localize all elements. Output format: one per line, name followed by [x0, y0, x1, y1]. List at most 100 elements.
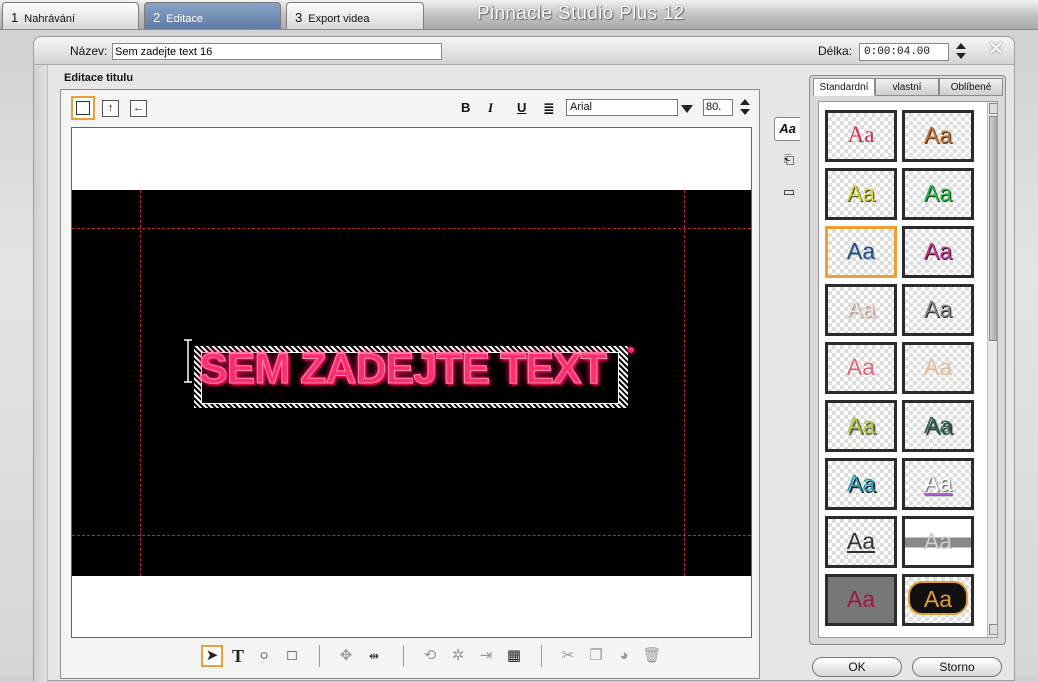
title-text[interactable]: SEM ZADEJTE TEXT [199, 345, 608, 394]
style-tile[interactable]: Aa [902, 458, 974, 510]
video-frame: SEM ZADEJTE TEXT [72, 190, 751, 576]
grid-icon[interactable]: ▦ [503, 645, 525, 667]
app-title: Pinnacle Studio Plus 12 [477, 3, 685, 24]
font-size-input[interactable]: 80. [703, 99, 733, 116]
title-canvas[interactable]: SEM ZADEJTE TEXT [71, 127, 752, 638]
style-tile[interactable]: Aa [902, 400, 974, 452]
duration-field[interactable]: 0:00:04.00 [859, 43, 949, 61]
style-gallery: Standardní vlastní Oblíbené Aa Aa Aa Aa … [809, 75, 1006, 645]
style-tile[interactable]: Aa [902, 110, 974, 162]
style-tile[interactable]: Aa [825, 110, 897, 162]
ellipse-tool-icon[interactable]: ○ [253, 645, 275, 667]
chevron-down-icon[interactable] [681, 105, 693, 113]
scroll-down-icon[interactable] [989, 624, 997, 635]
style-tile[interactable]: Aa [825, 342, 897, 394]
arrow-left-icon: ← [133, 102, 144, 114]
style-tile[interactable]: Aa [902, 574, 974, 626]
align-icon[interactable]: ⇥ [475, 645, 497, 667]
spin-down-icon[interactable] [740, 109, 750, 115]
toolbar-divider [403, 645, 404, 667]
scroll-thumb[interactable] [989, 116, 997, 341]
cut-icon[interactable]: ✂ [557, 645, 579, 667]
safe-area-line [72, 535, 751, 536]
frame-icon [76, 101, 90, 115]
bottom-toolbar: ➤ T ○ □ ✥ ⇹ ⟲ ✲ ⇥ ▦ ✂ ❐ ◕ 🗑 [201, 645, 681, 671]
font-select[interactable]: Arial [566, 99, 678, 116]
ok-button[interactable]: OK [812, 657, 902, 677]
cancel-button[interactable]: Storno [912, 657, 1002, 677]
style-list: Aa Aa Aa Aa Aa Aa Aa Aa Aa Aa Aa Aa Aa A… [818, 101, 998, 638]
step-number: 2 [153, 10, 161, 25]
style-tile[interactable]: Aa [825, 400, 897, 452]
text-styles-tab-icon[interactable]: Aa [774, 117, 800, 141]
tab-step-export[interactable]: 3 Export videa [286, 2, 424, 29]
rectangle-tool-icon[interactable]: □ [281, 645, 303, 667]
frame-tab-icon[interactable]: ▭ [776, 181, 802, 205]
panel-header: Název: Délka: 0:00:04.00 ✕ [34, 37, 1014, 65]
copy-icon[interactable]: ❐ [585, 645, 607, 667]
kerning-icon[interactable]: ⇹ [363, 645, 385, 667]
safe-area-line [72, 228, 751, 229]
title-name-input[interactable] [112, 43, 442, 60]
align-justify-icon[interactable]: ≣ [543, 100, 555, 117]
move-up-button[interactable]: ↑ [102, 100, 119, 117]
style-tile[interactable]: Aa [902, 516, 974, 568]
gallery-scrollbar[interactable] [987, 102, 997, 637]
left-strip [34, 65, 48, 682]
toolbar-divider [319, 645, 320, 667]
tab-step-edit[interactable]: 2 Editace [144, 2, 281, 29]
text-tool-icon[interactable]: T [227, 645, 249, 667]
section-title: Editace titulu [64, 72, 134, 84]
safe-area-line [140, 190, 141, 576]
style-tile[interactable]: Aa [825, 574, 897, 626]
step-number: 1 [11, 10, 19, 25]
spin-down-icon[interactable] [956, 53, 966, 59]
step-number: 3 [295, 10, 303, 25]
style-tile[interactable]: Aa [825, 516, 897, 568]
tab-standard[interactable]: Standardní [813, 78, 875, 96]
tab-step-capture[interactable]: 1 Nahrávání [2, 2, 139, 29]
toolbar-divider [541, 645, 542, 667]
move-icon[interactable]: ✥ [335, 645, 357, 667]
tab-custom[interactable]: vlastní [875, 78, 939, 96]
spin-up-icon[interactable] [956, 43, 966, 49]
duration-label: Délka: [818, 44, 853, 58]
font-size-spinner[interactable] [740, 99, 750, 117]
style-tile[interactable]: Aa [825, 284, 897, 336]
step-label: Editace [166, 13, 203, 25]
title-editor-panel: Název: Délka: 0:00:04.00 ✕ Editace titul… [33, 36, 1015, 682]
step-label: Export videa [308, 13, 370, 25]
style-tile-selected[interactable]: Aa [825, 226, 897, 278]
duration-spinner[interactable] [956, 43, 966, 61]
frame-select-button[interactable] [71, 96, 95, 120]
italic-button[interactable]: I [488, 100, 493, 116]
top-bar: 1 Nahrávání 2 Editace 3 Export videa Pin… [0, 0, 1038, 30]
underline-button[interactable]: U [517, 100, 526, 115]
style-tile[interactable]: Aa [825, 168, 897, 220]
background-tab-icon[interactable]: ⎗ [776, 149, 802, 173]
move-left-button[interactable]: ← [130, 100, 147, 117]
style-tile-label: Aa [908, 581, 968, 615]
rotate-handle[interactable] [628, 347, 634, 353]
select-arrow-icon[interactable]: ➤ [201, 645, 223, 667]
skew-icon[interactable]: ✲ [447, 645, 469, 667]
spin-up-icon[interactable] [740, 99, 750, 105]
close-icon[interactable]: ✕ [986, 39, 1006, 60]
style-tile[interactable]: Aa [902, 168, 974, 220]
style-tile[interactable]: Aa [902, 342, 974, 394]
delete-icon[interactable]: 🗑 [641, 645, 663, 667]
arrow-up-icon: ↑ [107, 102, 114, 114]
paste-icon[interactable]: ◕ [613, 645, 635, 667]
style-tile[interactable]: Aa [902, 284, 974, 336]
text-cursor-icon [184, 339, 192, 383]
bold-button[interactable]: B [461, 100, 470, 115]
name-label: Název: [70, 44, 108, 58]
style-tile[interactable]: Aa [825, 458, 897, 510]
title-editor: ↑ ← B I U ≣ Arial 80. SEM ZADEJTE TEXT ➤… [60, 89, 760, 679]
style-tile[interactable]: Aa [902, 226, 974, 278]
safe-area-line [684, 190, 685, 576]
scroll-up-icon[interactable] [989, 103, 997, 114]
rotate-icon[interactable]: ⟲ [419, 645, 441, 667]
step-label: Nahrávání [24, 13, 76, 25]
tab-favorites[interactable]: Oblíbené [939, 78, 1003, 96]
